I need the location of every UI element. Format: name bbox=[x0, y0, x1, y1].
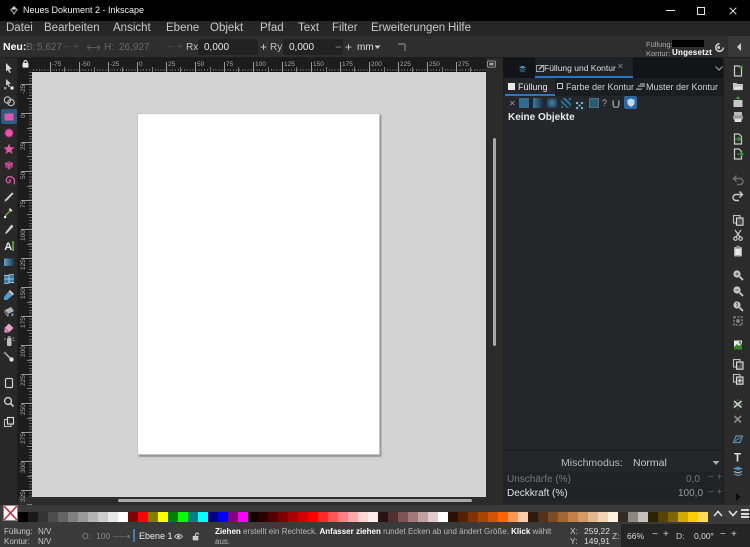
svg-text:T: T bbox=[734, 452, 741, 463]
svg-text:A: A bbox=[4, 241, 12, 252]
